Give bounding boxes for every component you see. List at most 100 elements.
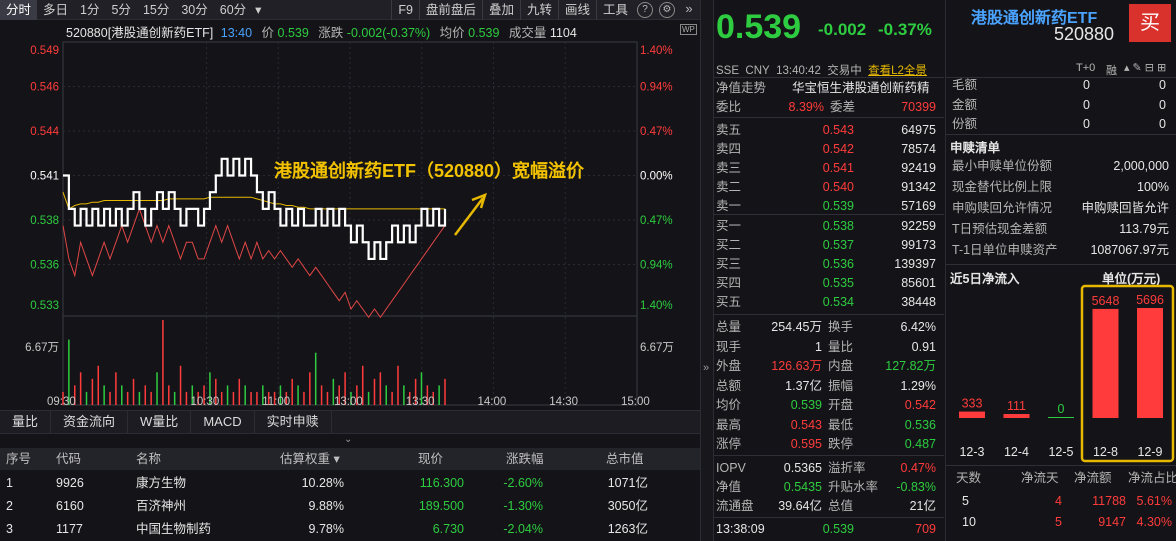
table-cell: 9.78% — [308, 522, 344, 536]
col-price[interactable]: 现价 — [418, 448, 443, 470]
subscription-label: 最小申赎单位份额 — [952, 159, 1053, 173]
iopv-label: 净值 — [716, 480, 742, 494]
inflow-bar — [959, 411, 985, 418]
table-cell: 百济神州 — [136, 499, 187, 513]
stat-label: 最低 — [828, 417, 854, 432]
table-cell: -1.30% — [503, 499, 543, 513]
col-change[interactable]: 涨跌幅 — [506, 448, 544, 470]
annotation-text: 港股通创新药ETF（520880）宽幅溢价 — [274, 161, 585, 181]
panel-splitter[interactable]: » — [700, 0, 714, 541]
tab-realtime-subscription[interactable]: 实时申赎 — [255, 411, 332, 433]
info-label: 份额 — [952, 117, 978, 131]
settings-icon[interactable]: ⚙ — [659, 1, 675, 18]
buy-button[interactable]: 买 — [1129, 4, 1171, 42]
inflow-value: 5696 — [1136, 293, 1164, 307]
x-tick: 13:00 — [334, 396, 363, 408]
volume-bar — [132, 378, 135, 405]
stat-value: 0.543 — [790, 417, 822, 432]
tab-fund-flow[interactable]: 资金流向 — [51, 411, 129, 433]
etf-info-panel: 港股通创新药ETF 520880 买 T+0 融 ▴✎⊟⊞ 毛额 0 0 金额 0 0 份额… — [945, 0, 1176, 541]
tab-1min[interactable]: 1分 — [74, 0, 105, 20]
col-code: 代码 — [56, 452, 82, 466]
stat-label: 振幅 — [828, 378, 854, 393]
tools-button[interactable]: 工具 — [595, 0, 634, 20]
tab-macd[interactable]: MACD — [191, 411, 255, 433]
stat-label: 总额 — [716, 378, 742, 393]
table-row[interactable]: 2 6160 百济神州 9.88% 189.500 -1.30% 3050亿 — [0, 495, 700, 517]
y-tick-left: 0.533 — [30, 300, 59, 312]
table-row[interactable]: 1 9926 康方生物 10.28% 116.300 -2.60% 1071亿 — [0, 472, 700, 494]
exchange: SSE — [716, 65, 740, 77]
inflow-value: 333 — [962, 397, 983, 411]
tab-5min[interactable]: 5分 — [105, 0, 136, 20]
intraday-chart[interactable]: 0.549 1.40% 0.546 0.94% 0.544 0.47% 0.541 0.00%… — [0, 20, 700, 410]
summary-header: 天数 — [956, 471, 982, 485]
nav-row: 净值走势 华宝恒生港股通创新药精 — [714, 79, 944, 97]
ask-level: 卖一 0.539 57169 — [714, 197, 944, 215]
volume-bar — [179, 365, 182, 405]
nine-turn-button[interactable]: 九转 — [519, 0, 558, 20]
tab-intraday[interactable]: 分时 — [0, 0, 38, 20]
info-label: 毛额 — [952, 78, 978, 92]
nav-trend-label[interactable]: 净值走势 — [716, 79, 766, 97]
bid-label: 买一 — [716, 219, 742, 233]
chart-symbol: 520880[港股通创新药ETF] — [66, 26, 214, 40]
y-tick-right: 0.94% — [640, 82, 673, 94]
table-cell: 康方生物 — [136, 476, 187, 490]
volume-bar — [85, 391, 88, 405]
tab-volume-ratio[interactable]: 量比 — [0, 411, 52, 433]
bid-level: 买二 0.537 99173 — [714, 236, 944, 254]
col-market-cap[interactable]: 总市值 — [606, 448, 644, 470]
info-value: 0 — [1159, 117, 1166, 131]
table-cell: 9.88% — [308, 499, 344, 513]
stat-row: 外盘 126.63万 内盘 127.82万 — [714, 357, 944, 375]
stat-label: 外盘 — [716, 359, 742, 373]
inflow-date: 12-9 — [1137, 445, 1162, 459]
volume-bar — [162, 320, 164, 405]
table-cell: 1 — [6, 476, 13, 490]
iopv-value: -0.83% — [896, 480, 936, 494]
chart-header: 520880[港股通创新药ETF] 13:40 价 0.539 涨跌 -0.00… — [66, 22, 577, 41]
inflow-bar — [1092, 308, 1119, 418]
premarket-button[interactable]: 盘前盘后 — [418, 0, 482, 20]
info-value: 0 — [1159, 78, 1166, 92]
security-code: 520880 — [1054, 24, 1115, 44]
chevron-right-icon[interactable]: » — [703, 362, 709, 374]
collapse-icon[interactable]: » — [681, 1, 697, 18]
panel-icons[interactable]: ▴✎⊟⊞ — [1124, 61, 1169, 74]
y-tick-left: 0.544 — [30, 126, 59, 138]
last-trade-time: 13:38:09 — [716, 522, 765, 536]
ask-label: 卖五 — [716, 123, 742, 137]
inflow-value: 0 — [1058, 402, 1065, 416]
tab-multiday[interactable]: 多日 — [37, 0, 74, 20]
tab-w-volume-ratio[interactable]: W量比 — [128, 411, 192, 433]
f9-button[interactable]: F9 — [391, 0, 419, 20]
ask-level: 卖三 0.541 92419 — [714, 159, 944, 177]
info-row: 毛额 0 0 — [946, 76, 1176, 94]
constituent-table: 序号 代码 名称 估算权重 ▾ 现价 涨跌幅 总市值 1 9926 康方生物 10.2… — [0, 448, 700, 541]
ask-volume: 64975 — [901, 123, 936, 137]
table-cell: 116.300 — [419, 476, 464, 490]
volume-bar — [150, 391, 152, 405]
x-tick: 13:30 — [406, 396, 435, 408]
tab-15min[interactable]: 15分 — [137, 0, 175, 20]
tab-60min[interactable]: 60分 — [214, 0, 252, 20]
col-weight[interactable]: 估算权重 ▾ — [280, 448, 340, 470]
l2-link[interactable]: 查看L2全景 — [868, 65, 927, 77]
table-row[interactable]: 3 1177 中国生物制药 9.78% 6.730 -2.04% 1263亿 — [0, 518, 700, 540]
table-cell: 6160 — [56, 499, 84, 513]
chevron-down-icon[interactable]: ▾ — [252, 0, 264, 20]
stat-row: 均价 0.539 开盘 0.542 — [714, 396, 944, 414]
help-icon[interactable]: ? — [637, 1, 653, 18]
fullscreen-icon[interactable]: WP — [680, 24, 697, 35]
draw-button[interactable]: 画线 — [557, 0, 596, 20]
y-tick-left: 0.538 — [30, 215, 59, 227]
y-tick-right: 0.94% — [640, 260, 673, 272]
expand-icon[interactable]: ⌄ — [344, 434, 352, 445]
volume-bar — [385, 385, 387, 405]
volume-bar — [115, 372, 117, 405]
volume-bar — [438, 385, 440, 405]
y-tick-right: 1.40% — [640, 300, 673, 312]
overlay-button[interactable]: 叠加 — [481, 0, 520, 20]
tab-30min[interactable]: 30分 — [175, 0, 213, 20]
